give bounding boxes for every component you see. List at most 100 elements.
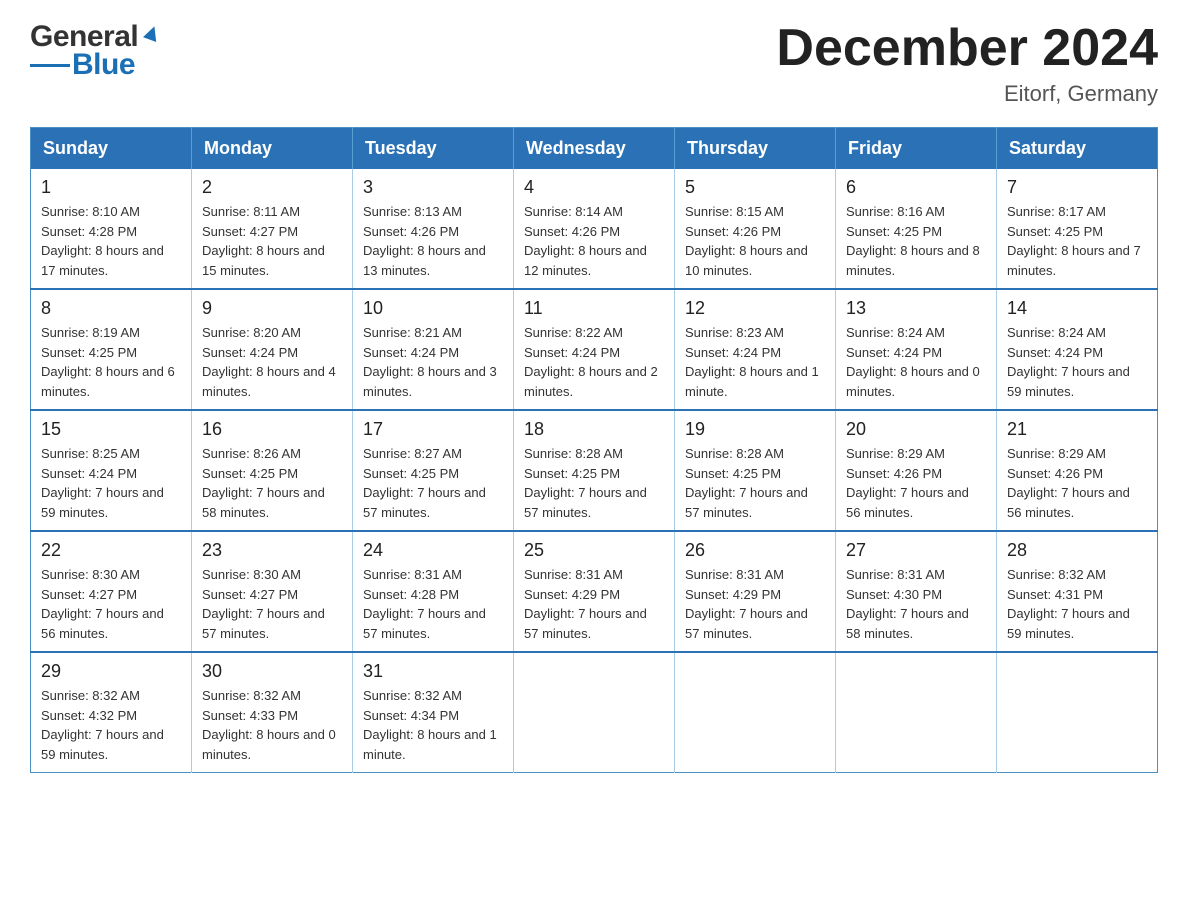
day-number: 29 bbox=[41, 661, 181, 682]
calendar-cell: 22 Sunrise: 8:30 AMSunset: 4:27 PMDaylig… bbox=[31, 531, 192, 652]
day-number: 18 bbox=[524, 419, 664, 440]
calendar-cell: 4 Sunrise: 8:14 AMSunset: 4:26 PMDayligh… bbox=[514, 169, 675, 289]
calendar-cell bbox=[514, 652, 675, 773]
day-number: 25 bbox=[524, 540, 664, 561]
day-info: Sunrise: 8:24 AMSunset: 4:24 PMDaylight:… bbox=[1007, 323, 1147, 401]
logo: General Blue bbox=[30, 20, 163, 82]
logo-blue-text: Blue bbox=[72, 48, 135, 82]
calendar-cell: 19 Sunrise: 8:28 AMSunset: 4:25 PMDaylig… bbox=[675, 410, 836, 531]
logo-triangle-icon bbox=[141, 22, 163, 49]
day-info: Sunrise: 8:32 AMSunset: 4:32 PMDaylight:… bbox=[41, 686, 181, 764]
month-title: December 2024 bbox=[776, 20, 1158, 77]
calendar-cell: 20 Sunrise: 8:29 AMSunset: 4:26 PMDaylig… bbox=[836, 410, 997, 531]
day-info: Sunrise: 8:23 AMSunset: 4:24 PMDaylight:… bbox=[685, 323, 825, 401]
week-row-2: 8 Sunrise: 8:19 AMSunset: 4:25 PMDayligh… bbox=[31, 289, 1158, 410]
day-number: 23 bbox=[202, 540, 342, 561]
day-number: 24 bbox=[363, 540, 503, 561]
calendar-cell: 30 Sunrise: 8:32 AMSunset: 4:33 PMDaylig… bbox=[192, 652, 353, 773]
day-info: Sunrise: 8:19 AMSunset: 4:25 PMDaylight:… bbox=[41, 323, 181, 401]
calendar-cell: 3 Sunrise: 8:13 AMSunset: 4:26 PMDayligh… bbox=[353, 169, 514, 289]
calendar-table: SundayMondayTuesdayWednesdayThursdayFrid… bbox=[30, 127, 1158, 773]
day-number: 12 bbox=[685, 298, 825, 319]
calendar-cell: 9 Sunrise: 8:20 AMSunset: 4:24 PMDayligh… bbox=[192, 289, 353, 410]
calendar-cell bbox=[997, 652, 1158, 773]
day-number: 16 bbox=[202, 419, 342, 440]
day-number: 6 bbox=[846, 177, 986, 198]
day-info: Sunrise: 8:13 AMSunset: 4:26 PMDaylight:… bbox=[363, 202, 503, 280]
day-info: Sunrise: 8:20 AMSunset: 4:24 PMDaylight:… bbox=[202, 323, 342, 401]
day-number: 3 bbox=[363, 177, 503, 198]
day-info: Sunrise: 8:10 AMSunset: 4:28 PMDaylight:… bbox=[41, 202, 181, 280]
day-info: Sunrise: 8:14 AMSunset: 4:26 PMDaylight:… bbox=[524, 202, 664, 280]
day-info: Sunrise: 8:31 AMSunset: 4:29 PMDaylight:… bbox=[524, 565, 664, 643]
calendar-cell: 2 Sunrise: 8:11 AMSunset: 4:27 PMDayligh… bbox=[192, 169, 353, 289]
calendar-cell: 14 Sunrise: 8:24 AMSunset: 4:24 PMDaylig… bbox=[997, 289, 1158, 410]
header-saturday: Saturday bbox=[997, 128, 1158, 170]
calendar-cell: 6 Sunrise: 8:16 AMSunset: 4:25 PMDayligh… bbox=[836, 169, 997, 289]
calendar-cell: 26 Sunrise: 8:31 AMSunset: 4:29 PMDaylig… bbox=[675, 531, 836, 652]
calendar-cell: 10 Sunrise: 8:21 AMSunset: 4:24 PMDaylig… bbox=[353, 289, 514, 410]
day-info: Sunrise: 8:28 AMSunset: 4:25 PMDaylight:… bbox=[524, 444, 664, 522]
calendar-cell bbox=[836, 652, 997, 773]
calendar-cell bbox=[675, 652, 836, 773]
day-info: Sunrise: 8:24 AMSunset: 4:24 PMDaylight:… bbox=[846, 323, 986, 401]
day-info: Sunrise: 8:31 AMSunset: 4:28 PMDaylight:… bbox=[363, 565, 503, 643]
header-monday: Monday bbox=[192, 128, 353, 170]
day-number: 15 bbox=[41, 419, 181, 440]
calendar-cell: 31 Sunrise: 8:32 AMSunset: 4:34 PMDaylig… bbox=[353, 652, 514, 773]
week-row-1: 1 Sunrise: 8:10 AMSunset: 4:28 PMDayligh… bbox=[31, 169, 1158, 289]
day-number: 4 bbox=[524, 177, 664, 198]
day-number: 11 bbox=[524, 298, 664, 319]
header-tuesday: Tuesday bbox=[353, 128, 514, 170]
day-number: 8 bbox=[41, 298, 181, 319]
day-info: Sunrise: 8:25 AMSunset: 4:24 PMDaylight:… bbox=[41, 444, 181, 522]
day-number: 28 bbox=[1007, 540, 1147, 561]
day-number: 10 bbox=[363, 298, 503, 319]
day-number: 1 bbox=[41, 177, 181, 198]
title-area: December 2024 Eitorf, Germany bbox=[776, 20, 1158, 107]
day-info: Sunrise: 8:32 AMSunset: 4:31 PMDaylight:… bbox=[1007, 565, 1147, 643]
calendar-cell: 15 Sunrise: 8:25 AMSunset: 4:24 PMDaylig… bbox=[31, 410, 192, 531]
day-info: Sunrise: 8:29 AMSunset: 4:26 PMDaylight:… bbox=[1007, 444, 1147, 522]
day-number: 21 bbox=[1007, 419, 1147, 440]
calendar-cell: 7 Sunrise: 8:17 AMSunset: 4:25 PMDayligh… bbox=[997, 169, 1158, 289]
header-friday: Friday bbox=[836, 128, 997, 170]
header-sunday: Sunday bbox=[31, 128, 192, 170]
day-info: Sunrise: 8:30 AMSunset: 4:27 PMDaylight:… bbox=[202, 565, 342, 643]
day-number: 30 bbox=[202, 661, 342, 682]
calendar-cell: 8 Sunrise: 8:19 AMSunset: 4:25 PMDayligh… bbox=[31, 289, 192, 410]
calendar-cell: 11 Sunrise: 8:22 AMSunset: 4:24 PMDaylig… bbox=[514, 289, 675, 410]
day-info: Sunrise: 8:15 AMSunset: 4:26 PMDaylight:… bbox=[685, 202, 825, 280]
calendar-cell: 1 Sunrise: 8:10 AMSunset: 4:28 PMDayligh… bbox=[31, 169, 192, 289]
week-row-5: 29 Sunrise: 8:32 AMSunset: 4:32 PMDaylig… bbox=[31, 652, 1158, 773]
day-number: 27 bbox=[846, 540, 986, 561]
week-row-4: 22 Sunrise: 8:30 AMSunset: 4:27 PMDaylig… bbox=[31, 531, 1158, 652]
day-number: 31 bbox=[363, 661, 503, 682]
day-number: 19 bbox=[685, 419, 825, 440]
calendar-cell: 18 Sunrise: 8:28 AMSunset: 4:25 PMDaylig… bbox=[514, 410, 675, 531]
day-number: 26 bbox=[685, 540, 825, 561]
day-info: Sunrise: 8:28 AMSunset: 4:25 PMDaylight:… bbox=[685, 444, 825, 522]
header-wednesday: Wednesday bbox=[514, 128, 675, 170]
day-info: Sunrise: 8:21 AMSunset: 4:24 PMDaylight:… bbox=[363, 323, 503, 401]
day-info: Sunrise: 8:31 AMSunset: 4:30 PMDaylight:… bbox=[846, 565, 986, 643]
day-info: Sunrise: 8:27 AMSunset: 4:25 PMDaylight:… bbox=[363, 444, 503, 522]
calendar-cell: 23 Sunrise: 8:30 AMSunset: 4:27 PMDaylig… bbox=[192, 531, 353, 652]
calendar-cell: 24 Sunrise: 8:31 AMSunset: 4:28 PMDaylig… bbox=[353, 531, 514, 652]
day-number: 9 bbox=[202, 298, 342, 319]
day-info: Sunrise: 8:30 AMSunset: 4:27 PMDaylight:… bbox=[41, 565, 181, 643]
week-row-3: 15 Sunrise: 8:25 AMSunset: 4:24 PMDaylig… bbox=[31, 410, 1158, 531]
location: Eitorf, Germany bbox=[776, 81, 1158, 107]
day-number: 17 bbox=[363, 419, 503, 440]
calendar-cell: 29 Sunrise: 8:32 AMSunset: 4:32 PMDaylig… bbox=[31, 652, 192, 773]
calendar-cell: 25 Sunrise: 8:31 AMSunset: 4:29 PMDaylig… bbox=[514, 531, 675, 652]
day-info: Sunrise: 8:31 AMSunset: 4:29 PMDaylight:… bbox=[685, 565, 825, 643]
day-number: 14 bbox=[1007, 298, 1147, 319]
day-info: Sunrise: 8:29 AMSunset: 4:26 PMDaylight:… bbox=[846, 444, 986, 522]
calendar-header-row: SundayMondayTuesdayWednesdayThursdayFrid… bbox=[31, 128, 1158, 170]
calendar-cell: 21 Sunrise: 8:29 AMSunset: 4:26 PMDaylig… bbox=[997, 410, 1158, 531]
day-number: 2 bbox=[202, 177, 342, 198]
day-number: 20 bbox=[846, 419, 986, 440]
day-info: Sunrise: 8:26 AMSunset: 4:25 PMDaylight:… bbox=[202, 444, 342, 522]
day-info: Sunrise: 8:32 AMSunset: 4:34 PMDaylight:… bbox=[363, 686, 503, 764]
